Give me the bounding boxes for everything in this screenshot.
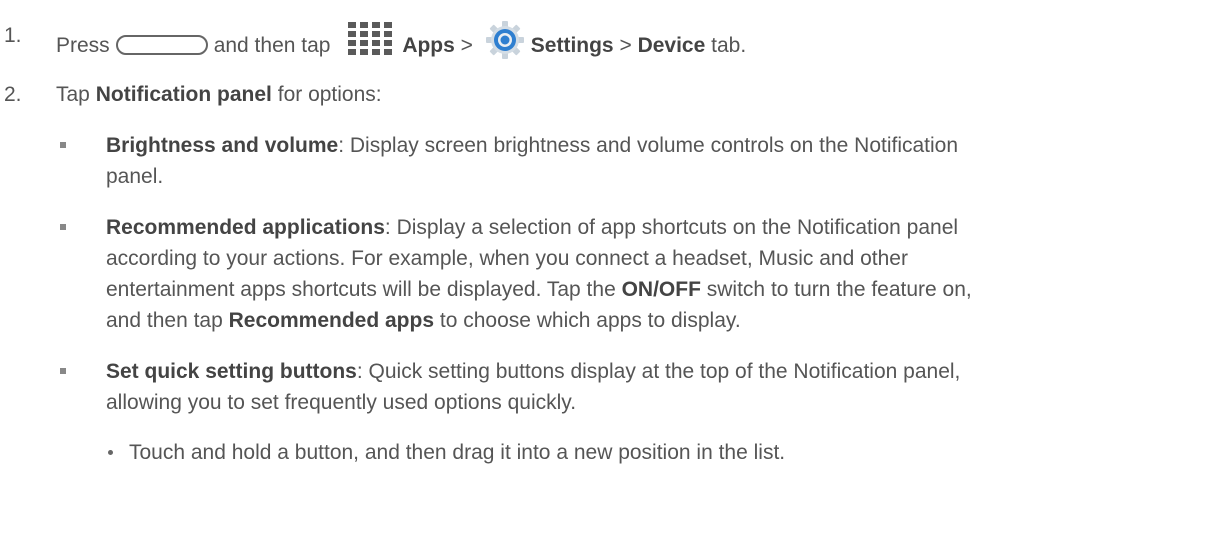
separator: > <box>619 34 632 57</box>
settings-gear-icon <box>485 21 524 59</box>
separator: > <box>460 34 473 57</box>
bullet-text: and then tap <box>106 309 223 332</box>
on-off-label: ON/OFF <box>621 278 701 301</box>
and-then-tap-text: and then tap <box>213 34 331 57</box>
bullet-text: switch to turn the feature on, <box>706 278 972 301</box>
step-2: Tap Notification panel for options: <box>56 79 382 110</box>
bullet-title: Set quick setting buttons <box>106 360 357 383</box>
step-1-number: 1. <box>4 24 22 47</box>
bullet-text: : Display screen brightness and volume c… <box>338 134 959 157</box>
apps-label: Apps <box>402 34 455 57</box>
notification-panel-label: Notification panel <box>95 83 272 106</box>
bullet-3-line-1: Set quick setting buttons: Quick setting… <box>106 356 960 387</box>
step-2-number: 2. <box>4 83 22 106</box>
tap-text: Tap <box>56 83 90 106</box>
sub-bullet-text: Touch and hold a button, and then drag i… <box>129 441 786 464</box>
press-text: Press <box>56 34 110 57</box>
bullet-text: : Quick setting buttons display at the t… <box>356 360 961 383</box>
for-options-text: for options: <box>277 83 382 106</box>
tab-text: tab. <box>711 34 747 57</box>
bullet-2-line-3: entertainment apps shortcuts will be dis… <box>106 274 972 305</box>
bullet-text: entertainment apps shortcuts will be dis… <box>106 278 616 301</box>
step-1: Press and then tap Apps > Settings > Dev… <box>56 20 746 61</box>
bullet-title: Brightness and volume <box>106 134 339 157</box>
recommended-apps-label: Recommended apps <box>228 309 435 332</box>
bullet-2-line-1: Recommended applications: Display a sele… <box>106 212 958 243</box>
bullet-square-icon <box>60 368 66 374</box>
bullet-title: Recommended applications <box>106 216 385 239</box>
bullet-text: : Display a selection of app shortcuts o… <box>384 216 959 239</box>
settings-label: Settings <box>530 34 614 57</box>
bullet-1-line-2: panel. <box>106 165 164 188</box>
bullet-text: to choose which apps to display. <box>439 309 741 332</box>
apps-grid-icon <box>348 22 393 55</box>
bullet-square-icon <box>60 142 66 148</box>
bullet-2-line-2: according to your actions. For example, … <box>106 247 908 270</box>
device-label: Device <box>637 34 706 57</box>
bullet-3-line-2: allowing you to set frequently used opti… <box>106 391 577 414</box>
bullet-square-icon <box>60 224 66 230</box>
home-button-icon <box>115 35 208 55</box>
bullet-2-line-4: and then tap Recommended apps to choose … <box>106 305 741 336</box>
bullet-dot-icon <box>108 450 113 455</box>
bullet-1-line-1: Brightness and volume: Display screen br… <box>106 130 958 161</box>
